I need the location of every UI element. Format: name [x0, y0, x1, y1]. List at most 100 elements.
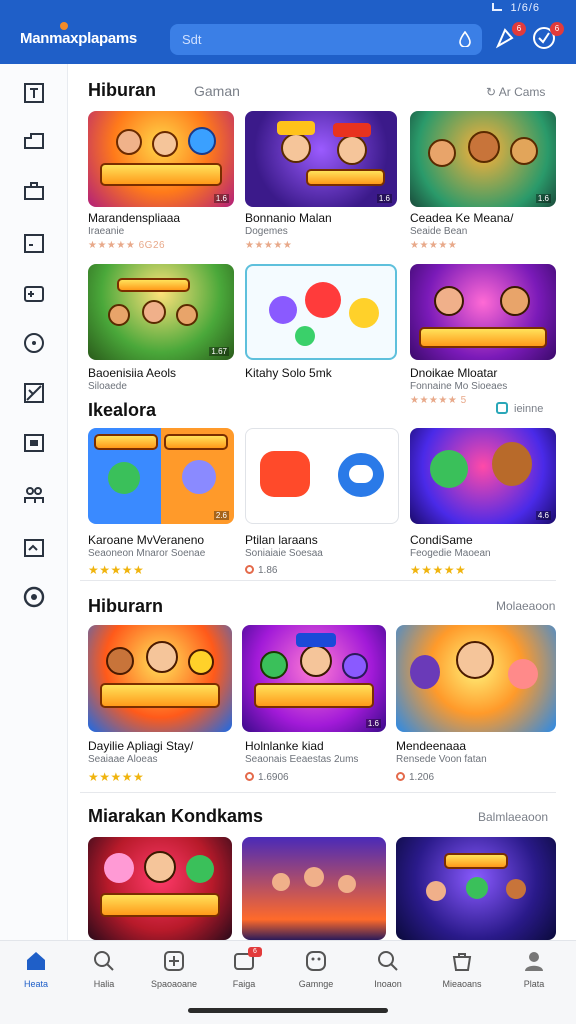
search-bar[interactable]: Sdt [170, 24, 482, 55]
nav-home[interactable]: Heata [2, 949, 70, 989]
logo-text: Manmaxplapams [20, 30, 137, 47]
nav-games[interactable]: Gamnge [282, 949, 350, 989]
nav-profile[interactable]: Plata [500, 949, 568, 989]
settings-icon[interactable] [23, 586, 45, 608]
gamepad-icon[interactable] [23, 282, 45, 304]
nav-search[interactable]: Halia [70, 949, 138, 989]
game-title[interactable]: Marandenspliaaa [88, 211, 180, 225]
game-thumbnail [88, 625, 232, 732]
game-title[interactable]: Bonnanio Malan [245, 211, 332, 225]
game-card[interactable] [245, 264, 397, 360]
game-thumbnail [88, 837, 232, 940]
game-card[interactable] [242, 837, 386, 940]
coin-icon [245, 772, 254, 781]
game-size: 1.6 [365, 719, 381, 728]
game-title[interactable]: Karoane MvVeraneno [88, 533, 204, 547]
section-title: Ikealora [88, 400, 157, 420]
game-title[interactable]: Dnoikae Mloatar [410, 366, 497, 380]
game-thumbnail [410, 264, 556, 360]
game-subtitle: Fonnaine Mo Sioeaes [410, 381, 508, 392]
calendar-icon[interactable] [23, 232, 45, 254]
store-icon[interactable] [23, 432, 45, 454]
game-title[interactable]: Ceadea Ke Meana/ [410, 211, 513, 225]
puzzle-icon[interactable] [23, 382, 45, 404]
game-rating: ★★★★★ [88, 770, 145, 784]
game-card[interactable] [396, 837, 556, 940]
logo-dot-icon [60, 22, 68, 30]
sidebar [0, 64, 68, 940]
game-size: 4.6 [535, 511, 551, 520]
search-icon [94, 951, 114, 971]
search-icon [378, 951, 398, 971]
game-card[interactable]: 1.67 [88, 264, 234, 360]
signal-icon [492, 3, 503, 11]
game-subtitle: Dogemes [245, 226, 288, 237]
game-rating: ★★★★★ [245, 240, 293, 251]
folder-icon[interactable] [23, 130, 45, 152]
game-size: 1.6 [213, 194, 229, 203]
game-card[interactable] [88, 837, 232, 940]
game-price: 1.206 [396, 772, 434, 783]
game-card[interactable] [396, 625, 556, 732]
compass-icon[interactable] [23, 332, 45, 354]
game-card[interactable] [245, 428, 399, 524]
notifications-button[interactable]: 6 [494, 22, 526, 52]
see-all-link[interactable]: ↻ Ar Cams [486, 85, 545, 99]
game-subtitle: Rensede Voon fatan [396, 754, 487, 765]
game-subtitle: Seaoneon Mnaror Soenae [88, 548, 206, 559]
game-thumbnail [242, 837, 386, 940]
briefcase-icon[interactable] [23, 180, 45, 202]
game-rating: ★★★★★ [410, 240, 458, 251]
game-thumbnail: 4.6 [410, 428, 556, 524]
game-card[interactable] [410, 264, 556, 360]
game-subtitle: Seaiaae Aloeas [88, 754, 158, 765]
game-size: 1.67 [209, 347, 229, 356]
home-icon [27, 952, 45, 970]
game-title[interactable]: Baoenisiia Aeols [88, 366, 176, 380]
nav-label: Faiga [232, 979, 256, 989]
nav-store[interactable]: Mieaoans [428, 949, 496, 989]
nav-explore[interactable]: Inoaon [354, 949, 422, 989]
bag-icon [452, 953, 472, 971]
nav-categories[interactable]: Spaoaoane [140, 949, 208, 989]
game-card[interactable]: 1.6 [242, 625, 386, 732]
game-title[interactable]: CondiSame [410, 533, 473, 547]
game-price: 1.6906 [245, 772, 289, 783]
game-title[interactable]: Holnlanke kiad [245, 739, 324, 753]
game-thumbnail [245, 428, 399, 524]
notification-badge: 6 [512, 22, 526, 36]
game-title[interactable]: Mendeenaaa [396, 739, 466, 753]
game-card[interactable]: 1.6 [88, 111, 234, 207]
game-card[interactable]: 1.6 [245, 111, 397, 207]
game-size: 1.6 [535, 194, 551, 203]
top-app-bar: 1/6/6 Manmaxplapams Sdt 6 6 [0, 0, 576, 64]
group-icon[interactable] [23, 484, 45, 506]
game-rating: ★★★★★ [410, 563, 467, 577]
home-indicator[interactable] [188, 1008, 388, 1013]
section-divider [80, 580, 556, 581]
game-card[interactable]: 2.6 [88, 428, 234, 524]
game-rating: ★★★★★ 5 [410, 395, 467, 406]
game-card[interactable]: 4.6 [410, 428, 556, 524]
game-title[interactable]: Dayilie Apliagi Stay/ [88, 739, 193, 753]
game-card[interactable] [88, 625, 232, 732]
game-card[interactable]: 1.6 [410, 111, 556, 207]
section-filter-link[interactable]: ieinne [496, 402, 543, 415]
text-icon[interactable] [23, 82, 45, 104]
game-thumbnail: 1.6 [242, 625, 386, 732]
section-title: Miarakan Kondkams [88, 806, 264, 826]
see-all-link[interactable]: Molaeaoon [496, 599, 555, 613]
game-rating: ★★★★★ [88, 563, 145, 577]
section-subtitle[interactable]: Gaman [194, 83, 240, 99]
game-title[interactable]: Ptilan laraans [245, 533, 318, 547]
nav-label: Halia [93, 979, 115, 989]
mic-icon[interactable] [458, 31, 472, 47]
app-logo[interactable]: Manmaxplapams [20, 22, 137, 47]
gift-icon[interactable] [23, 536, 45, 558]
nav-label: Plata [523, 979, 545, 989]
game-thumbnail [245, 264, 397, 360]
game-title[interactable]: Kitahy Solo 5mk [245, 366, 332, 380]
nav-inbox[interactable]: 6 Faiga [210, 947, 278, 989]
see-all-link[interactable]: Balmlaeaoon [478, 810, 548, 824]
profile-button[interactable]: 6 [532, 22, 564, 52]
